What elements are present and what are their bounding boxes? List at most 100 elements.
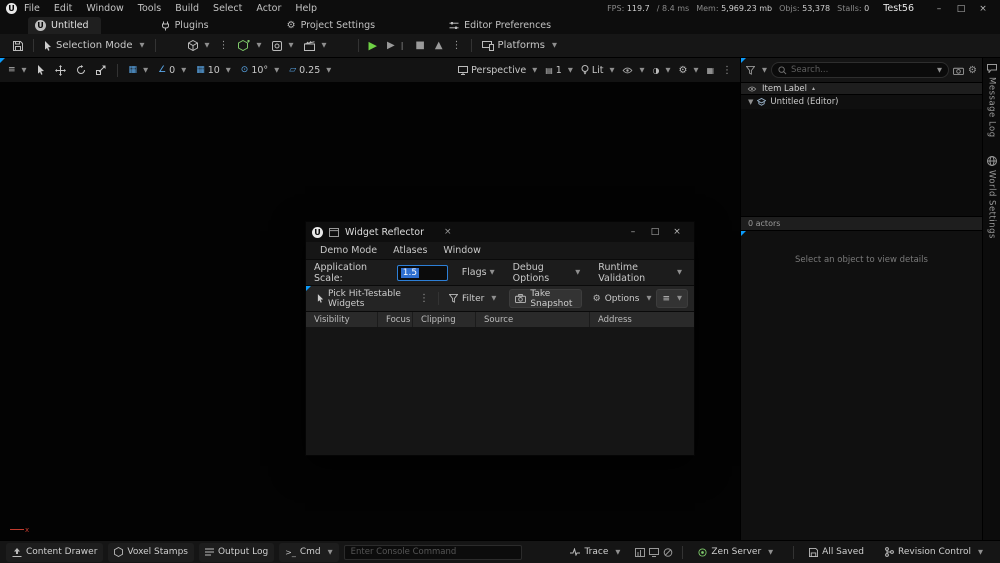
stop-button[interactable]: ■ <box>410 36 429 56</box>
tab-close-icon[interactable]: × <box>444 227 452 237</box>
show-flags-dropdown[interactable]: ▼ <box>618 60 648 80</box>
platforms-dropdown[interactable]: Platforms ▼ <box>477 36 562 56</box>
session-monitor-icon[interactable] <box>649 547 660 557</box>
eject-button[interactable]: ▲ <box>430 36 448 56</box>
menu-build[interactable]: Build <box>168 3 206 14</box>
expander-icon[interactable]: ▼ <box>748 98 753 106</box>
level-viewport[interactable]: ≡ ▼ ▦ ▼ ∠ 0 ▼ ▦ 10 ▼ ⊙ 10° ▼ ▱ 0.25 ▼ Perspecti <box>0 58 740 540</box>
select-tool-button[interactable] <box>33 60 49 80</box>
editor-mode-dropdown[interactable]: Selection Mode ▼ <box>39 36 150 56</box>
widget-reflector-window[interactable]: U Widget Reflector × – □ × Demo Mode Atl… <box>305 221 695 456</box>
menu-select[interactable]: Select <box>206 3 249 14</box>
add-content-dropdown[interactable]: ▼ <box>233 36 267 56</box>
output-log-button[interactable]: Output Log <box>198 542 275 562</box>
viewport-options-dropdown[interactable]: ≡ ▼ <box>4 60 31 80</box>
cinematics-dropdown[interactable]: ▼ <box>299 36 332 56</box>
camera-options-dropdown[interactable]: ◑ ▼ <box>648 60 674 80</box>
runtime-validation-dropdown[interactable]: Runtime Validation ▼ <box>594 262 686 284</box>
reflector-maximize-button[interactable]: □ <box>644 224 666 240</box>
plugins-button[interactable]: Plugins <box>153 20 217 31</box>
options-dropdown[interactable]: ⚙ Options ▼ <box>588 289 657 308</box>
rotation-snap-dropdown[interactable]: ⊙ 10° ▼ <box>237 60 283 80</box>
chevron-down-icon[interactable]: ▼ <box>937 67 942 74</box>
menu-window[interactable]: Window <box>79 3 130 14</box>
outliner-search-input[interactable] <box>791 65 931 75</box>
pick-options-kebab-icon[interactable]: ⋮ <box>415 293 433 304</box>
angle-snap-dropdown[interactable]: ∠ 0 ▼ <box>154 60 190 80</box>
surface-snapping-dropdown[interactable]: ▦ ▼ <box>125 60 153 80</box>
screen-percentage-dropdown[interactable]: ▤ 1 ▼ <box>541 60 577 80</box>
perspective-dropdown[interactable]: Perspective ▼ <box>454 60 541 80</box>
outliner-column-header[interactable]: Item Label ▴ <box>741 82 982 95</box>
view-mode-dropdown[interactable]: Lit ▼ <box>577 60 619 80</box>
tab-message-log[interactable]: Message Log <box>986 64 997 138</box>
main-toolbar: Selection Mode ▼ ▼ ⋮ ▼ ▼ ▼ ▶ ▶ ❘ ■ ▲ ⋮ Pl <box>0 34 1000 58</box>
all-saved-button[interactable]: All Saved <box>803 543 870 562</box>
menu-file[interactable]: File <box>17 3 47 14</box>
outliner-body[interactable] <box>741 109 982 216</box>
application-scale-input[interactable]: 1.5 <box>396 264 448 281</box>
camera-plus-icon[interactable] <box>953 66 964 75</box>
save-button[interactable] <box>8 36 28 56</box>
blueprints-dropdown[interactable]: ▼ <box>267 36 299 56</box>
maximize-button[interactable]: □ <box>950 1 972 17</box>
menu-tools[interactable]: Tools <box>131 3 168 14</box>
revision-control-dropdown[interactable]: Revision Control ▼ <box>879 543 989 562</box>
outliner-search-box[interactable]: ▼ <box>771 62 950 78</box>
widget-reflector-titlebar[interactable]: U Widget Reflector × – □ × <box>306 222 694 242</box>
cmd-dropdown[interactable]: >_ Cmd ▼ <box>279 542 339 562</box>
insights-icon[interactable] <box>635 547 646 557</box>
pick-hit-testable-widgets-button[interactable]: Pick Hit-Testable Widgets <box>312 289 415 309</box>
funnel-icon[interactable] <box>746 65 755 75</box>
gear-icon[interactable]: ⚙ <box>968 65 977 76</box>
editor-preferences-button[interactable]: Editor Preferences <box>441 20 559 31</box>
chevron-down-icon[interactable]: ▼ <box>762 67 767 74</box>
debug-options-dropdown[interactable]: Debug Options ▼ <box>509 262 585 284</box>
scale-tool-button[interactable] <box>92 60 110 80</box>
column-source[interactable]: Source <box>476 312 590 327</box>
column-visibility[interactable]: Visibility <box>306 312 378 327</box>
column-address[interactable]: Address <box>590 312 694 327</box>
translate-tool-button[interactable] <box>51 60 70 80</box>
viewport-kebab-icon[interactable]: ⋮ <box>718 65 736 76</box>
menu-demo-mode[interactable]: Demo Mode <box>314 245 383 256</box>
zen-server-dropdown[interactable]: Zen Server ▼ <box>692 543 779 562</box>
content-drawer-button[interactable]: Content Drawer <box>6 542 104 562</box>
scale-snap-dropdown[interactable]: ▱ 0.25 ▼ <box>285 60 335 80</box>
viewport-settings-dropdown[interactable]: ⚙ ▼ <box>674 60 702 80</box>
unreal-logo-icon: U <box>312 226 323 238</box>
network-status-icon[interactable] <box>663 547 673 557</box>
outliner-row-untitled[interactable]: ▼ Untitled (Editor) <box>741 95 982 109</box>
frame-skip-button[interactable]: ▶ ❘ <box>382 36 410 56</box>
menu-window[interactable]: Window <box>437 245 486 256</box>
kebab-menu-icon[interactable]: ⋮ <box>215 40 233 51</box>
column-focus[interactable]: Focus <box>378 312 413 327</box>
menu-actor[interactable]: Actor <box>249 3 288 14</box>
reflector-close-button[interactable]: × <box>666 224 688 240</box>
voxel-stamps-button[interactable]: Voxel Stamps <box>108 542 194 562</box>
view-menu-button[interactable]: ≡ ▼ <box>656 289 688 308</box>
project-settings-button[interactable]: ⚙ Project Settings <box>279 20 383 31</box>
menu-atlases[interactable]: Atlases <box>387 245 433 256</box>
take-snapshot-button[interactable]: Take Snapshot <box>509 289 582 309</box>
console-command-input[interactable] <box>343 544 522 560</box>
reflector-minimize-button[interactable]: – <box>622 224 644 240</box>
layout-button[interactable]: ▦ <box>702 60 718 80</box>
tab-world-settings[interactable]: World Settings <box>986 155 997 239</box>
flags-dropdown[interactable]: Flags ▼ <box>458 267 499 278</box>
minimize-button[interactable]: – <box>928 1 950 17</box>
column-clipping[interactable]: Clipping <box>413 312 476 327</box>
quick-add-dropdown[interactable]: ▼ <box>183 36 215 56</box>
close-button[interactable]: × <box>972 1 994 17</box>
play-options-kebab-icon[interactable]: ⋮ <box>448 40 466 51</box>
menu-help[interactable]: Help <box>288 3 324 14</box>
menu-edit[interactable]: Edit <box>47 3 79 14</box>
unreal-logo-icon: U <box>6 3 17 14</box>
trace-dropdown[interactable]: Trace ▼ <box>564 543 626 562</box>
rotate-tool-button[interactable] <box>72 60 90 80</box>
grid-snap-dropdown[interactable]: ▦ 10 ▼ <box>192 60 235 80</box>
widget-tree-body[interactable] <box>306 327 694 455</box>
play-button[interactable]: ▶ <box>364 36 382 56</box>
tab-untitled[interactable]: U Untitled <box>28 17 101 34</box>
filter-dropdown[interactable]: Filter ▼ <box>444 289 501 308</box>
